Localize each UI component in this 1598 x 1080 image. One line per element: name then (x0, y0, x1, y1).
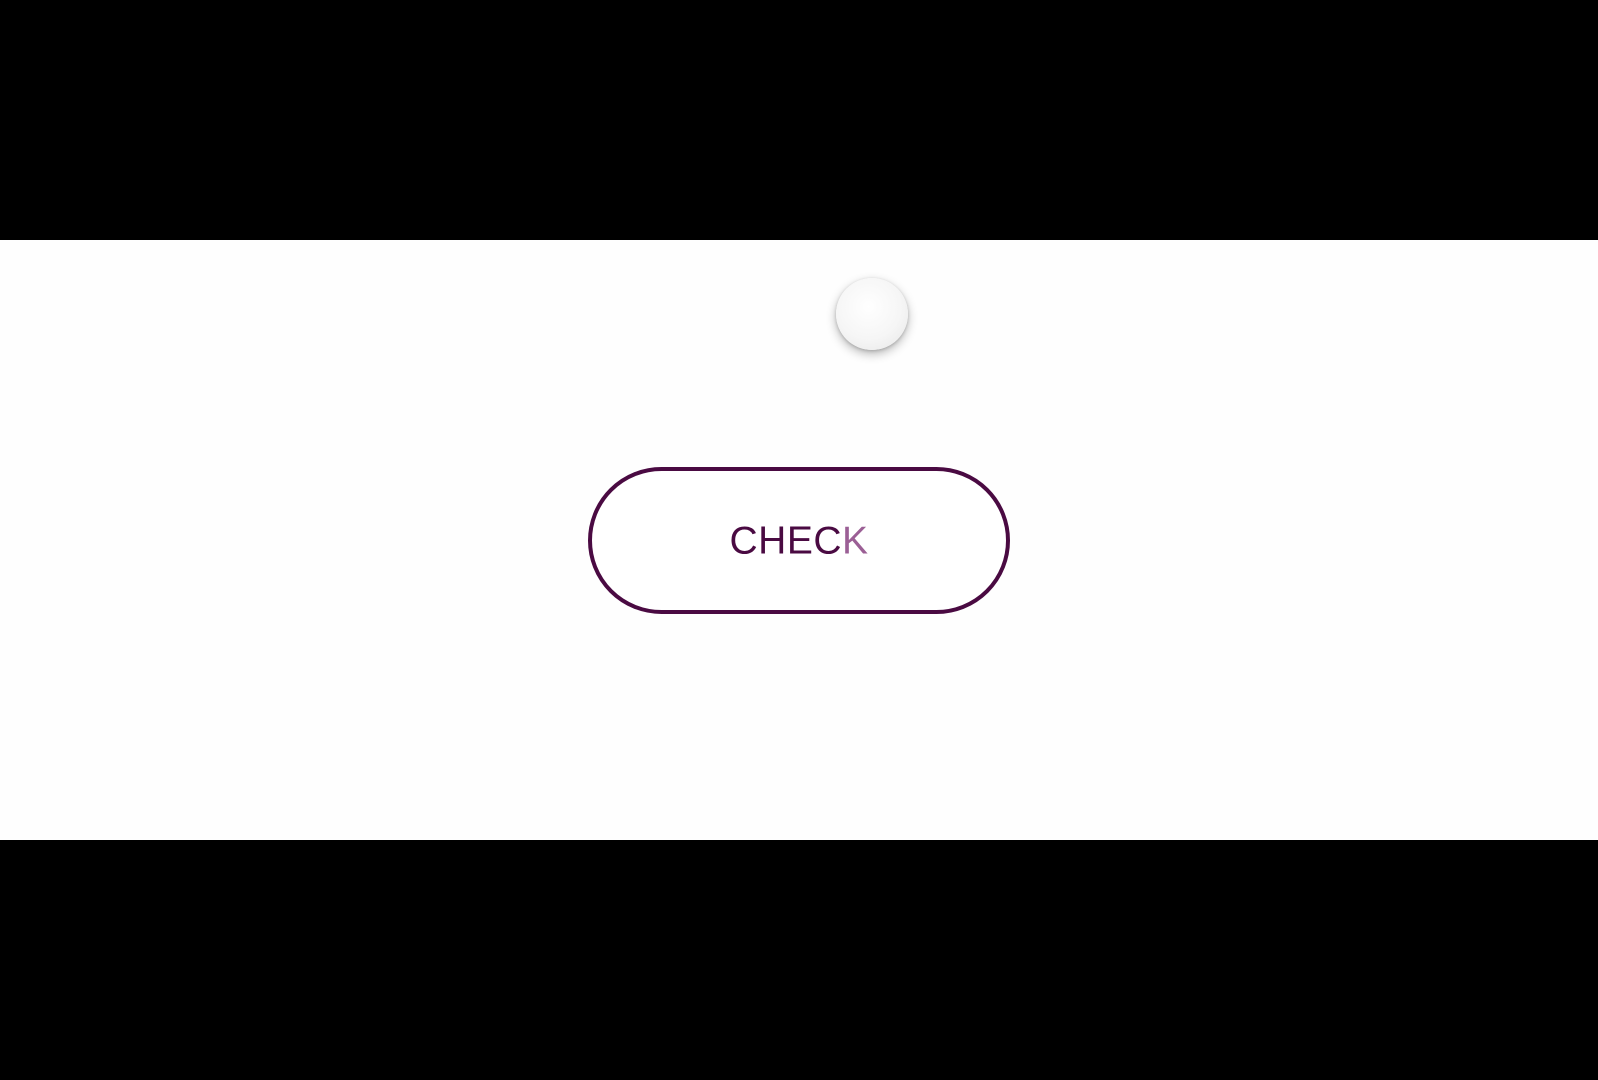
demo-stage: CHECK (0, 240, 1598, 840)
check-label-faded: K (842, 519, 869, 562)
video-frame: CHECK (0, 0, 1598, 1080)
check-button[interactable]: CHECK (588, 467, 1010, 614)
check-label-main: CHEC (729, 519, 842, 562)
check-button-label: CHECK (592, 521, 1006, 560)
